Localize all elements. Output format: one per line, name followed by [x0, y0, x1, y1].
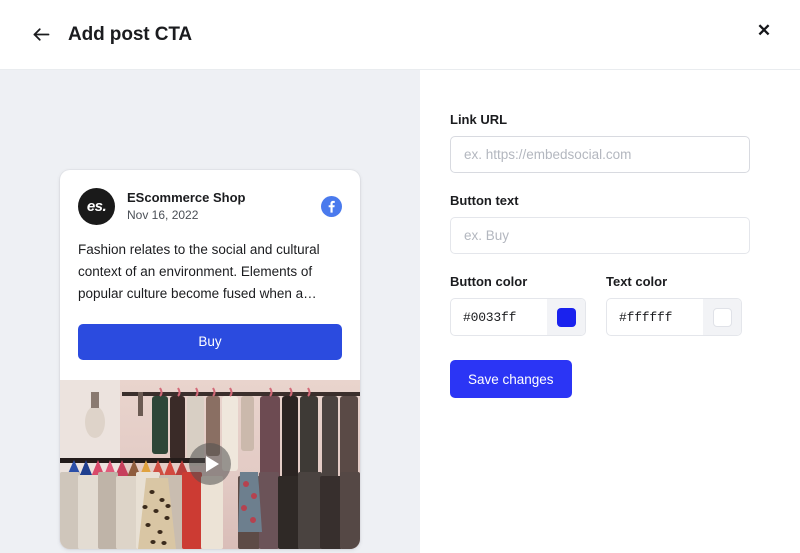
text-color-swatch-button[interactable]: [703, 299, 741, 335]
play-triangle: [205, 456, 219, 473]
button-color-value[interactable]: #0033ff: [451, 299, 547, 335]
cta-settings-form: Link URL Button text Button color #0033f…: [420, 70, 800, 553]
post-author-block: EScommerce Shop Nov 16, 2022: [127, 190, 321, 223]
modal-body: es. EScommerce Shop Nov 16, 2022 Fashion…: [0, 70, 800, 553]
text-color-value[interactable]: #ffffff: [607, 299, 703, 335]
post-header: es. EScommerce Shop Nov 16, 2022: [60, 170, 360, 225]
preview-cta-button[interactable]: Buy: [78, 323, 342, 360]
post-preview-pane: es. EScommerce Shop Nov 16, 2022 Fashion…: [0, 70, 420, 553]
button-color-swatch-button[interactable]: [547, 299, 585, 335]
link-url-label: Link URL: [450, 112, 508, 127]
text-color-group: Text color #ffffff: [606, 274, 742, 336]
text-color-control[interactable]: #ffffff: [606, 298, 742, 336]
button-color-label: Button color: [450, 274, 528, 289]
button-color-group: Button color #0033ff: [450, 274, 586, 336]
avatar: es.: [78, 188, 115, 225]
facebook-icon: [321, 196, 342, 217]
page-title: Add post CTA: [68, 23, 193, 45]
post-author-name: EScommerce Shop: [127, 189, 246, 205]
back-arrow-icon[interactable]: [24, 18, 58, 52]
button-color-control[interactable]: #0033ff: [450, 298, 586, 336]
modal-header: Add post CTA ✕: [0, 0, 800, 70]
post-media-thumbnail[interactable]: [60, 379, 360, 549]
text-color-swatch: [712, 307, 732, 327]
text-color-label: Text color: [606, 274, 668, 289]
button-text-label: Button text: [450, 193, 519, 208]
post-text: Fashion relates to the social and cultur…: [78, 242, 320, 301]
save-changes-button[interactable]: Save changes: [450, 360, 572, 398]
color-fields-row: Button color #0033ff Text color #ffffff: [450, 274, 750, 336]
button-color-swatch: [556, 307, 576, 327]
add-post-cta-modal: Add post CTA ✕ es. EScommerce Shop Nov 1…: [0, 0, 800, 553]
play-icon[interactable]: [189, 443, 231, 486]
button-text-field-group: Button text: [450, 193, 750, 254]
post-preview-card: es. EScommerce Shop Nov 16, 2022 Fashion…: [60, 170, 360, 549]
link-url-input[interactable]: [450, 136, 750, 173]
post-date: Nov 16, 2022: [127, 208, 199, 223]
link-url-field-group: Link URL: [450, 112, 750, 173]
button-text-input[interactable]: [450, 217, 750, 254]
close-icon[interactable]: ✕: [750, 16, 778, 44]
